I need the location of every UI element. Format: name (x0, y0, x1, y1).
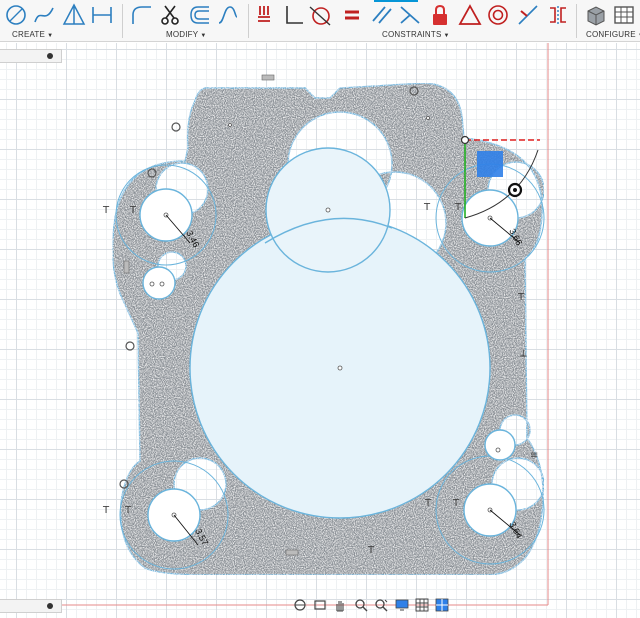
horizontal-marker-bottom (285, 549, 299, 556)
triangle-constraint-icon[interactable] (458, 3, 482, 27)
svg-text:T: T (102, 205, 110, 216)
horizontal-marker-top (261, 74, 275, 81)
svg-text:T: T (102, 505, 110, 516)
svg-text:T: T (517, 292, 525, 303)
display-settings-icon[interactable] (393, 597, 410, 613)
zoom-icon[interactable] (352, 597, 369, 613)
sketch-canvas[interactable]: TT TT TT TT TT ⟂ ≡ 3.46 3.66 3.57 3.64 (0, 43, 640, 618)
configure-table-icon[interactable] (612, 3, 636, 27)
svg-text:T: T (423, 202, 431, 213)
active-tab-indicator (374, 0, 418, 2)
parallel-constraint-icon[interactable] (370, 3, 394, 27)
curve-tool-icon[interactable] (216, 3, 240, 27)
svg-text:T: T (129, 205, 137, 216)
vertical-marker-left (123, 260, 130, 274)
toolbar-separator (576, 4, 577, 38)
create-menu-label[interactable]: CREATE ▼ (12, 30, 53, 39)
toolbar-separator (122, 4, 123, 38)
grid-settings-icon[interactable] (413, 597, 430, 613)
equal-constraint-icon[interactable] (340, 3, 364, 27)
svg-text:T: T (124, 505, 132, 516)
symmetry-constraint-icon[interactable] (546, 3, 570, 27)
spline-tool-icon[interactable] (32, 3, 56, 27)
fillet-tool-icon[interactable] (130, 3, 154, 27)
svg-text:⟂: ⟂ (520, 348, 527, 359)
orbit-icon[interactable] (291, 597, 308, 613)
toolbar-separator (248, 4, 249, 38)
viewports-icon[interactable] (434, 597, 451, 613)
concentric-constraint-icon[interactable] (486, 3, 510, 27)
midpoint-constraint-icon[interactable] (516, 3, 540, 27)
hole-left-small[interactable] (142, 266, 176, 300)
constraints-menu-label[interactable]: CONSTRAINTS ▼ (382, 30, 450, 39)
trim-scissors-icon[interactable] (158, 3, 182, 27)
dimension-line-tool-icon[interactable] (90, 3, 114, 27)
hole-right-small[interactable] (484, 429, 516, 461)
pan-hand-icon[interactable] (332, 597, 349, 613)
drag-handle-center (513, 188, 517, 192)
svg-text:T: T (367, 545, 375, 556)
svg-text:T: T (452, 498, 460, 509)
modify-menu-label[interactable]: MODIFY ▼ (166, 30, 206, 39)
navigation-bar (288, 596, 454, 614)
sketch-geometry[interactable]: T T T T T T T T T T ⟂ ≡ (0, 43, 640, 618)
tangent-constraint-icon[interactable] (308, 3, 332, 27)
offset-tool-icon[interactable] (188, 3, 212, 27)
origin-point[interactable] (460, 135, 470, 145)
panel-toggle-icon[interactable] (47, 603, 53, 609)
comments-panel-collapsed[interactable] (0, 599, 62, 613)
perpendicular-constraint-icon[interactable] (282, 3, 306, 27)
browser-panel-collapsed[interactable] (0, 49, 62, 63)
svg-text:T: T (424, 498, 432, 509)
zoom-window-icon[interactable] (373, 597, 390, 613)
collinear-constraint-icon[interactable] (398, 3, 422, 27)
selection-handle[interactable] (477, 151, 503, 177)
fix-constraint-icon[interactable] (254, 3, 278, 27)
look-at-icon[interactable] (311, 597, 328, 613)
svg-text:≡: ≡ (530, 450, 538, 461)
configure-model-icon[interactable] (584, 3, 608, 27)
circle-tool-icon[interactable] (4, 3, 28, 27)
triangle-tool-icon[interactable] (62, 3, 86, 27)
lock-icon[interactable] (428, 3, 452, 27)
toolbar: CREATE ▼ MODIFY ▼ CONSTRAINTS ▼ CONFIGUR… (0, 0, 640, 42)
svg-text:T: T (454, 202, 462, 213)
configure-menu-label[interactable]: CONFIGURE▼ (586, 30, 640, 39)
panel-toggle-icon[interactable] (47, 53, 53, 59)
